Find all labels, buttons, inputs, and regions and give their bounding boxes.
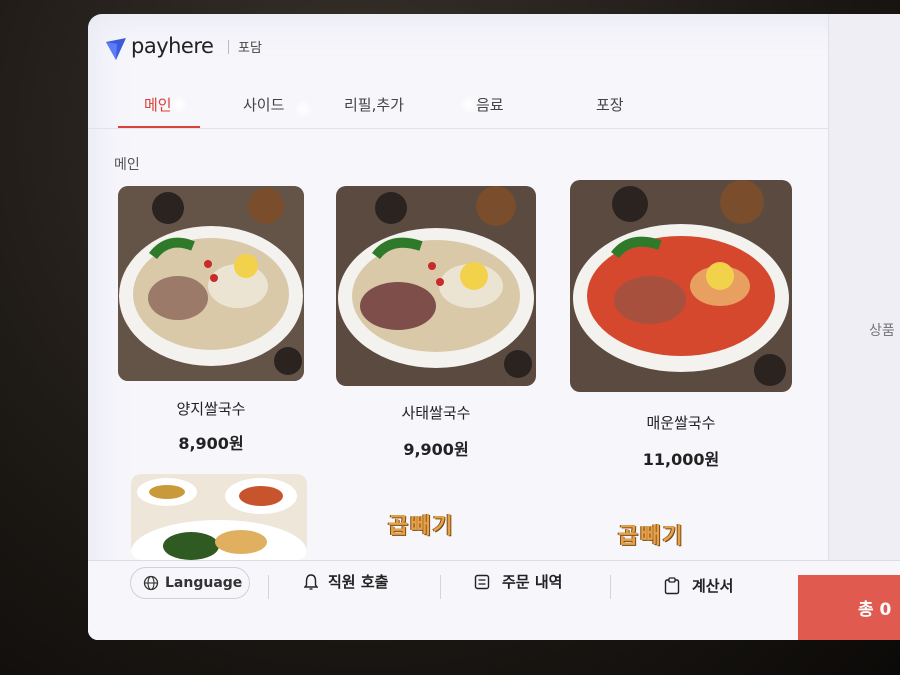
total-button[interactable]: 총 0: [798, 575, 900, 640]
dish-image-satae: [336, 186, 536, 386]
menu-item-name: 사태쌀국수: [401, 404, 471, 422]
cart-panel-label: 상품: [869, 323, 895, 339]
dish-image-side: [131, 474, 307, 560]
bill-label: 계산서: [692, 577, 734, 595]
dish-image-yangji: [118, 186, 304, 381]
bell-icon: [304, 573, 318, 590]
menu-item-price: 8,900원: [178, 434, 244, 453]
menu-item-price: 9,900원: [403, 440, 469, 459]
payhere-logo-icon: [106, 38, 126, 60]
store-name: 포담: [238, 41, 262, 56]
banner-title: 곱빼기: [388, 514, 455, 539]
section-title: 메인: [114, 157, 140, 173]
menu-item[interactable]: 사태쌀국수 9,900원: [336, 186, 536, 459]
tab-side[interactable]: 사이드: [243, 94, 284, 115]
call-staff-label: 직원 호출: [328, 573, 389, 591]
order-history-label: 주문 내역: [502, 573, 563, 591]
menu-item[interactable]: 양지쌀국수 8,900원: [118, 186, 304, 456]
light-reflection: [170, 96, 188, 114]
globe-icon: [143, 575, 159, 591]
bottom-divider: [610, 575, 611, 599]
tab-takeout[interactable]: 포장: [596, 94, 624, 115]
clipboard-icon: [664, 576, 680, 594]
bottom-divider: [268, 575, 269, 599]
list-icon: [474, 574, 490, 589]
tab-drinks[interactable]: 음료: [476, 94, 504, 115]
header: payhere 포담: [88, 14, 828, 76]
device-frame: payhere 포담 메인 사이드 리필,추가 음료 포장 메인 양지쌀국수 8…: [0, 0, 900, 675]
order-history-button[interactable]: 주문 내역: [474, 571, 562, 592]
menu-item-name: 매운쌀국수: [646, 414, 716, 432]
menu-item-price: 11,000원: [642, 450, 720, 469]
bottom-divider: [440, 575, 441, 599]
tab-main[interactable]: 메인: [144, 94, 172, 115]
active-tab-indicator: [118, 126, 200, 128]
tab-refill[interactable]: 리필,추가: [344, 94, 404, 115]
cart-panel: 상품: [828, 14, 900, 640]
kiosk-screen: payhere 포담 메인 사이드 리필,추가 음료 포장 메인 양지쌀국수 8…: [88, 14, 900, 640]
category-tabs: 메인 사이드 리필,추가 음료 포장: [88, 76, 828, 129]
bill-button[interactable]: 계산서: [664, 575, 733, 596]
menu-item-name: 양지쌀국수: [176, 400, 246, 418]
total-label: 총 0: [858, 600, 892, 620]
language-label: Language: [165, 575, 243, 591]
banner-title: 곱빼기: [618, 524, 685, 549]
menu-item[interactable]: [131, 474, 307, 560]
menu-item[interactable]: 매운쌀국수 11,000원: [570, 180, 792, 469]
bottom-bar: Language 직원 호출 주문 내역 계산서 총 0: [88, 560, 900, 640]
language-button[interactable]: Language: [130, 567, 250, 599]
header-divider: [228, 40, 229, 54]
dish-image-spicy: [570, 180, 792, 392]
brand-name: payhere: [131, 34, 214, 58]
light-reflection: [460, 96, 478, 114]
light-reflection: [294, 100, 312, 118]
call-staff-button[interactable]: 직원 호출: [304, 571, 388, 592]
